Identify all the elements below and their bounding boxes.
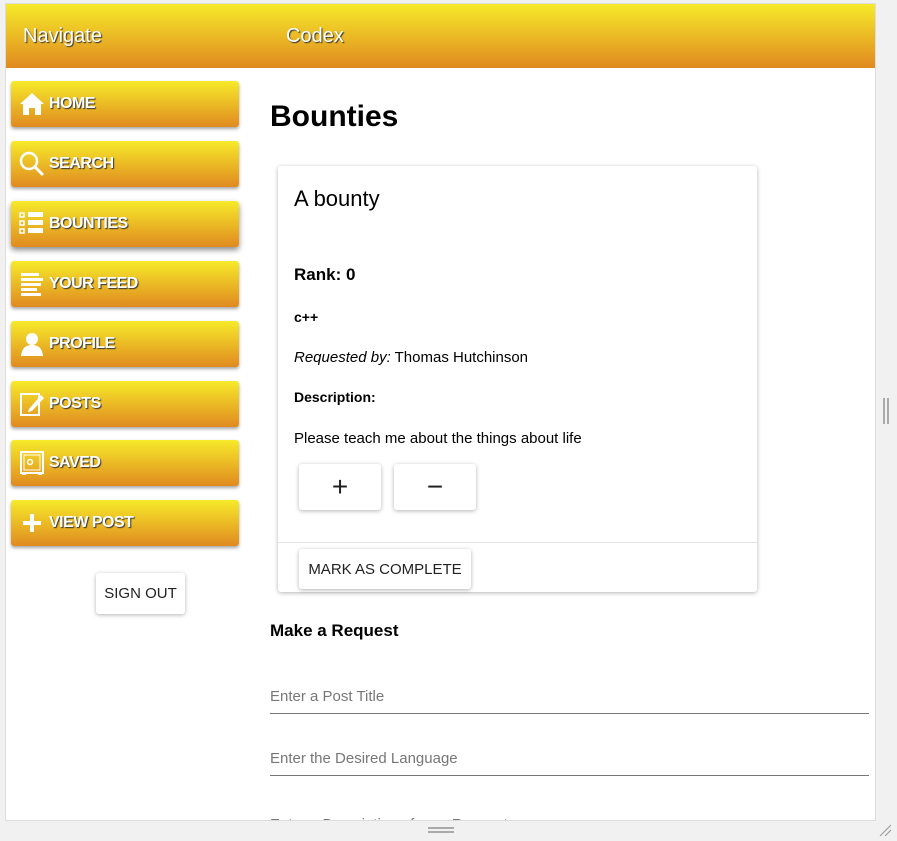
- vertical-resize-handle[interactable]: [883, 398, 889, 424]
- sidebar-item-label: SAVED: [49, 454, 101, 471]
- user-icon: [21, 333, 43, 356]
- bounty-card: A bounty Rank: 0 c++ Requested by: Thoma…: [278, 166, 757, 592]
- plus-icon: [23, 514, 41, 532]
- sidebar-item-view-post[interactable]: VIEW POST: [11, 500, 239, 546]
- sidebar-item-label: SEARCH: [49, 155, 114, 172]
- sidebar-item-label: BOUNTIES: [49, 215, 128, 232]
- horizontal-resize-handle[interactable]: [428, 827, 454, 833]
- sidebar-item-search[interactable]: SEARCH: [11, 141, 239, 187]
- header: Navigate Codex: [6, 4, 875, 68]
- requested-by: Requested by: Thomas Hutchinson: [294, 349, 528, 366]
- description-input[interactable]: Enter a Description of your Request: [270, 812, 869, 820]
- bounty-language: c++: [294, 309, 319, 325]
- upvote-button[interactable]: +: [299, 464, 381, 510]
- sidebar-item-posts[interactable]: POSTS: [11, 381, 239, 427]
- sidebar-item-label: POSTS: [49, 395, 101, 412]
- sidebar-item-home[interactable]: HOME: [11, 81, 239, 127]
- sidebar-item-label: VIEW POST: [49, 514, 134, 531]
- sidebar-item-label: HOME: [49, 95, 96, 112]
- sidebar-item-label: YOUR FEED: [49, 275, 138, 292]
- app-title: Codex: [286, 25, 344, 47]
- resize-corner-icon[interactable]: [878, 823, 892, 837]
- post-title-input[interactable]: Enter a Post Title: [270, 684, 869, 714]
- sidebar-item-profile[interactable]: PROFILE: [11, 321, 239, 367]
- sidebar-item-your-feed[interactable]: YOUR FEED: [11, 261, 239, 307]
- downvote-button[interactable]: −: [394, 464, 476, 510]
- bounty-rank: Rank: 0: [294, 265, 356, 284]
- card-divider: [278, 542, 757, 543]
- mark-complete-button[interactable]: MARK AS COMPLETE: [299, 549, 471, 589]
- bounty-description: Please teach me about the things about l…: [294, 430, 582, 447]
- sidebar-item-saved[interactable]: SAVED: [11, 440, 239, 486]
- edit-icon: [20, 393, 44, 416]
- checklist-icon: [19, 212, 43, 234]
- sidebar-item-label: PROFILE: [49, 335, 115, 352]
- sign-out-button[interactable]: SIGN OUT: [96, 573, 185, 614]
- bounty-title: A bounty: [294, 186, 380, 211]
- make-request-heading: Make a Request: [270, 621, 399, 640]
- sidebar-item-bounties[interactable]: BOUNTIES: [11, 201, 239, 247]
- language-input[interactable]: Enter the Desired Language: [270, 746, 869, 776]
- feed-icon: [21, 273, 43, 296]
- safe-icon: [20, 451, 44, 475]
- description-label: Description:: [294, 389, 376, 405]
- home-icon: [20, 93, 44, 115]
- navigate-label: Navigate: [23, 25, 102, 47]
- page-title: Bounties: [270, 100, 399, 133]
- requested-by-label: Requested by:: [294, 349, 391, 366]
- app-window: Navigate Codex HOME SEARCH BOUNTIES YOUR…: [5, 3, 876, 821]
- search-icon: [19, 151, 45, 177]
- requester-name: Thomas Hutchinson: [390, 349, 529, 366]
